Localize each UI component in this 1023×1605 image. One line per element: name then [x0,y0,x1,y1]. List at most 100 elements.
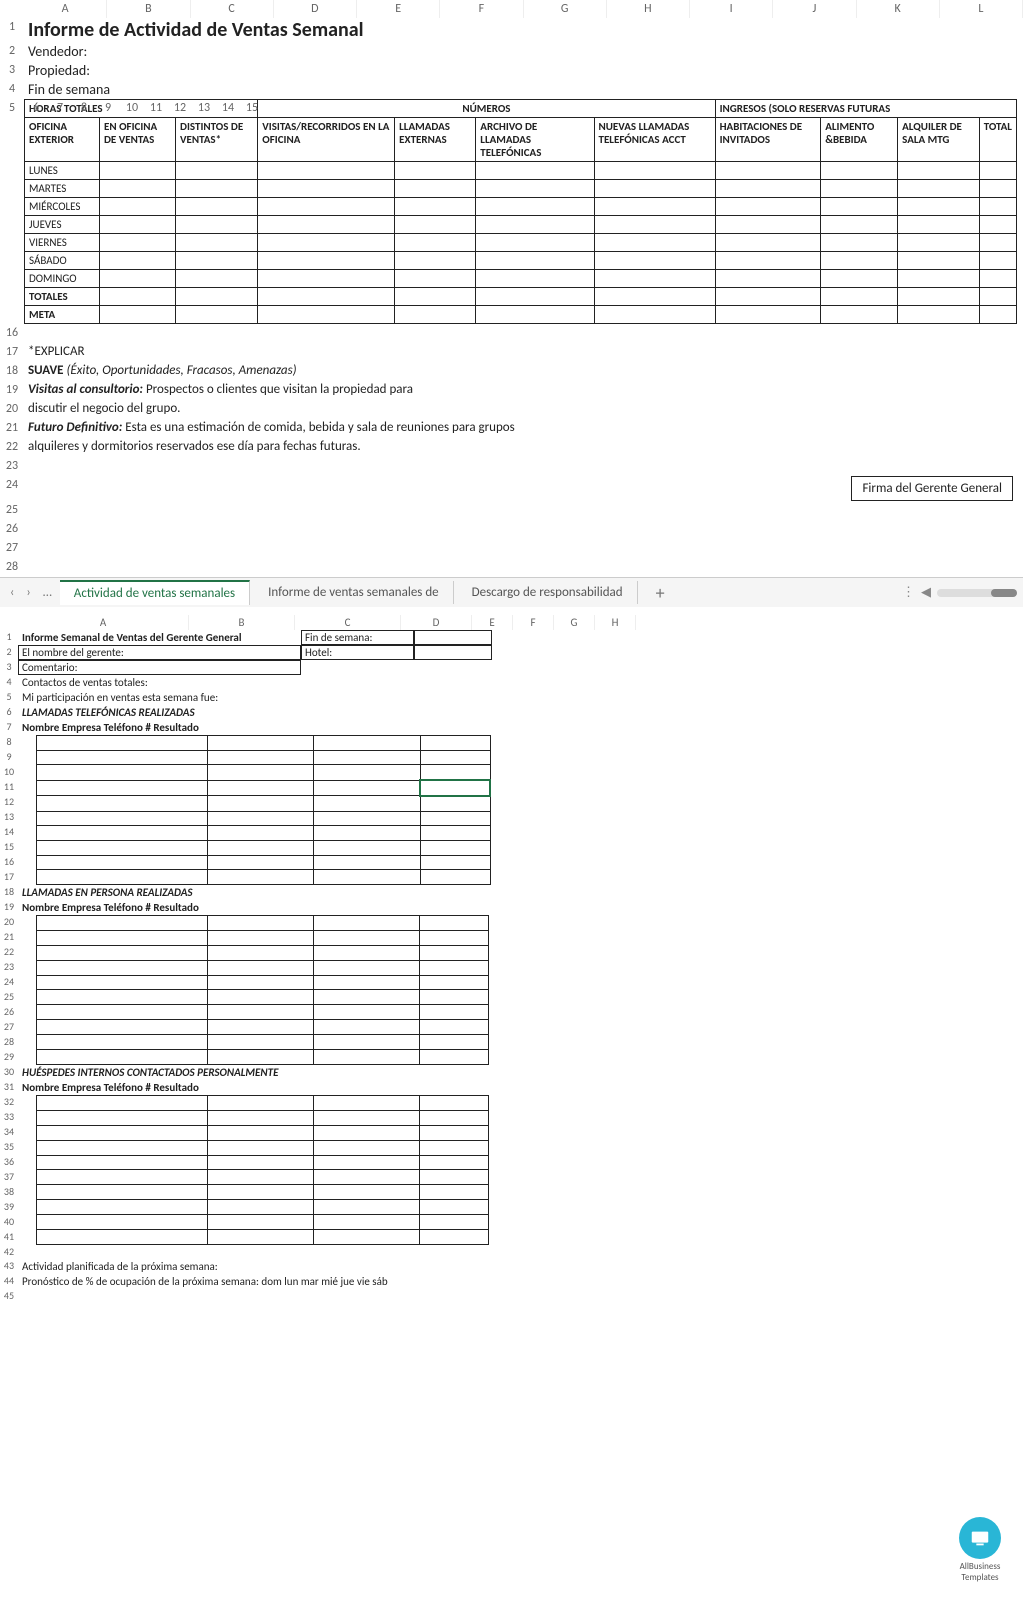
col-header[interactable]: D [274,0,357,18]
row-header[interactable]: 22 [0,438,24,457]
tab-next-icon[interactable]: › [22,585,34,600]
label-finsemana2[interactable]: Fin de semana: [301,630,414,645]
table-row[interactable] [37,780,491,796]
data-cell[interactable] [979,216,1016,234]
row-header[interactable]: 11 [0,780,18,795]
tab-all-icon[interactable]: … [39,585,56,600]
table-row[interactable] [37,960,489,975]
table-row[interactable] [37,1215,489,1230]
data-cell[interactable] [476,180,594,198]
data-cell[interactable] [594,270,715,288]
data-cell[interactable] [420,916,489,931]
data-cell[interactable] [594,216,715,234]
data-cell[interactable] [898,234,980,252]
data-cell[interactable] [420,840,490,855]
table-row[interactable]: VIERNES [25,234,1017,252]
row-header[interactable]: 5 [0,690,18,705]
col-header[interactable]: C [295,615,401,630]
col-header[interactable]: H [607,0,690,18]
data-cell[interactable] [715,198,821,216]
row-header[interactable]: 17 [0,343,24,362]
data-cell[interactable] [821,270,898,288]
scroll-track[interactable] [937,589,1017,597]
table-row[interactable] [37,870,491,885]
tab-prev-icon[interactable]: ‹ [6,585,18,600]
row-header[interactable]: 29 [0,1050,18,1065]
table-row[interactable] [37,1200,489,1215]
data-cell[interactable] [476,270,594,288]
data-cell[interactable] [176,216,258,234]
table-row[interactable] [37,1096,489,1111]
col-header[interactable]: A [18,615,189,630]
col-header[interactable]: A [24,0,107,18]
data-cell[interactable] [99,216,175,234]
table-row[interactable] [37,1140,489,1155]
table-row[interactable] [37,1155,489,1170]
row-header[interactable]: 15 [0,840,18,855]
data-cell[interactable] [715,234,821,252]
data-cell[interactable] [176,234,258,252]
data-cell[interactable] [395,180,476,198]
tab-descargo[interactable]: Descargo de responsabilidad [458,581,638,604]
row-header[interactable]: 16 [0,855,18,870]
row-header[interactable]: 21 [0,930,18,945]
row-header[interactable]: 26 [0,520,24,539]
hscroll[interactable]: ⋮ ◀ [902,585,1017,600]
data-cell[interactable] [420,945,489,960]
data-cell[interactable] [476,252,594,270]
row-header[interactable]: 36 [0,1155,18,1170]
day-cell[interactable]: MIÉRCOLES [25,198,100,216]
data-cell[interactable] [99,270,175,288]
day-cell[interactable]: DOMINGO [25,270,100,288]
data-cell[interactable] [258,216,395,234]
row-header[interactable]: 42 [0,1245,18,1259]
scroll-menu-icon[interactable]: ⋮ [902,585,915,600]
row-header[interactable]: 18 [0,885,18,900]
data-cell[interactable] [594,252,715,270]
col-header[interactable]: F [440,0,523,18]
table-row[interactable] [37,1020,489,1035]
table-row[interactable] [37,750,491,765]
data-cell[interactable] [715,252,821,270]
data-cell[interactable] [420,1125,489,1140]
row-header[interactable]: 3 [0,660,18,675]
col-header[interactable]: E [472,615,513,630]
data-cell[interactable] [420,750,490,765]
data-cell[interactable] [821,252,898,270]
data-cell[interactable] [979,234,1016,252]
data-cell[interactable] [420,960,489,975]
row-header[interactable]: 43 [0,1259,18,1274]
col-header[interactable]: C [191,0,274,18]
data-cell[interactable] [420,975,489,990]
row-header[interactable]: 18 [0,362,24,381]
data-cell[interactable] [395,216,476,234]
data-cell[interactable] [715,162,821,180]
data-cell[interactable] [594,234,715,252]
row-header[interactable]: 1 [0,18,24,42]
table-row[interactable] [37,1230,489,1245]
row-header[interactable]: 23 [0,457,24,476]
data-cell[interactable] [594,162,715,180]
data-cell[interactable] [898,162,980,180]
tab-new-icon[interactable]: + [642,582,679,604]
table-row[interactable]: DOMINGO [25,270,1017,288]
data-cell[interactable] [898,270,980,288]
col-header[interactable]: E [357,0,440,18]
data-cell[interactable] [395,162,476,180]
data-cell[interactable] [395,270,476,288]
row-header[interactable]: 13 [0,810,18,825]
data-cell[interactable] [176,162,258,180]
data-cell[interactable] [476,198,594,216]
row-header[interactable]: 14 [0,825,18,840]
row-header[interactable]: 31 [0,1080,18,1095]
data-cell[interactable] [715,216,821,234]
data-cell[interactable] [821,162,898,180]
col-header[interactable]: G [554,615,595,630]
data-cell[interactable] [979,270,1016,288]
row-header[interactable]: 35 [0,1140,18,1155]
label-hotel[interactable]: Hotel: [301,645,414,660]
table-row[interactable] [37,855,491,870]
data-cell[interactable] [258,198,395,216]
data-cell[interactable] [99,162,175,180]
table-row[interactable] [37,975,489,990]
